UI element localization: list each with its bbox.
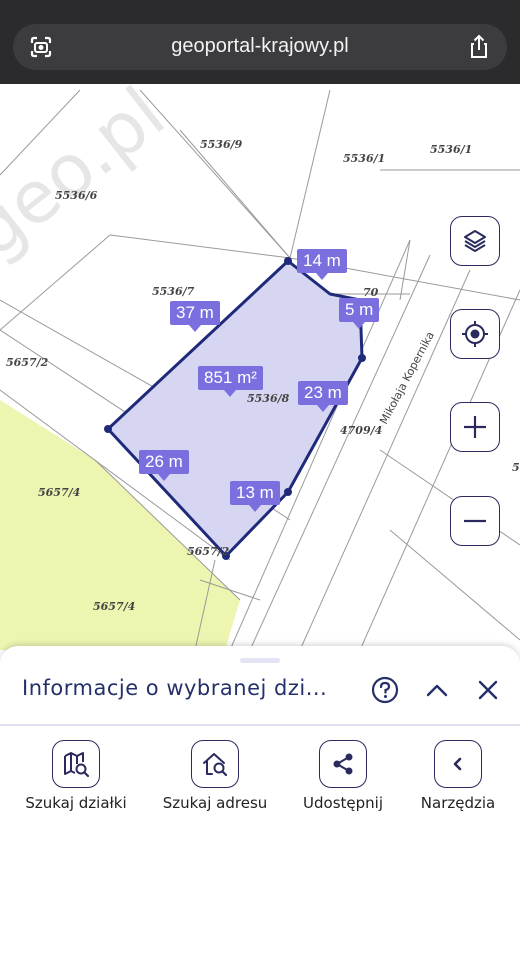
tool-search-address[interactable]: Szukaj adresu bbox=[155, 740, 275, 812]
tool-label: Szukaj adresu bbox=[162, 794, 268, 812]
tool-search-parcel-button[interactable] bbox=[52, 740, 100, 788]
panel-divider bbox=[0, 724, 520, 726]
address-bar[interactable]: geoportal-krajowy.pl bbox=[13, 24, 507, 70]
parcel-label: 5536/1 bbox=[343, 152, 385, 165]
sheet-drag-handle[interactable] bbox=[240, 658, 280, 663]
help-icon bbox=[371, 676, 399, 704]
tool-tools[interactable]: Narzędzia bbox=[398, 740, 518, 812]
measure-edge-right-top: 5 m bbox=[339, 298, 380, 329]
home-search-icon bbox=[203, 753, 228, 777]
map-view[interactable]: geo.pl 5536/9 5536/1 5536/1 5536/6 5536/… bbox=[0, 84, 520, 684]
browser-top-bar: geoportal-krajowy.pl bbox=[0, 0, 520, 84]
parcel-label: 5 bbox=[512, 461, 520, 474]
parcel-label: 5657/4 bbox=[93, 600, 135, 613]
tool-search-address-button[interactable] bbox=[191, 740, 239, 788]
close-button[interactable] bbox=[472, 674, 504, 706]
map-watermark: geo.pl bbox=[0, 84, 180, 273]
url-text[interactable]: geoportal-krajowy.pl bbox=[13, 35, 507, 58]
tool-label: Szukaj działki bbox=[25, 794, 127, 812]
help-button[interactable] bbox=[369, 674, 401, 706]
parcel-label: 5536/9 bbox=[200, 138, 243, 151]
close-icon bbox=[478, 680, 498, 700]
measure-edge-left: 26 m bbox=[139, 450, 189, 481]
parcel-label: 5657/2 bbox=[6, 356, 49, 369]
measure-edge-left-top: 37 m bbox=[170, 301, 220, 332]
chevron-up-icon bbox=[426, 684, 448, 697]
info-bottom-sheet: Informacje o wybranej dzi... Szukaj dzia… bbox=[0, 646, 520, 960]
parcel-label: 5536/1 bbox=[430, 143, 472, 156]
collapse-button[interactable] bbox=[421, 674, 453, 706]
zoom-in-icon bbox=[464, 416, 486, 438]
zoom-out-icon bbox=[464, 519, 486, 523]
parcel-label: 5536/7 bbox=[152, 285, 195, 298]
measure-edge-top: 14 m bbox=[297, 249, 347, 280]
tool-share-button[interactable] bbox=[319, 740, 367, 788]
zoom-in-button[interactable] bbox=[450, 402, 500, 452]
tool-label: Udostępnij bbox=[303, 794, 383, 812]
layers-icon bbox=[464, 230, 486, 252]
parcel-label: 5657/2 bbox=[187, 545, 230, 558]
parcel-label: 5536/8 bbox=[247, 392, 290, 405]
tool-tools-button[interactable] bbox=[434, 740, 482, 788]
share-page-icon[interactable] bbox=[465, 33, 493, 61]
layers-button[interactable] bbox=[450, 216, 500, 266]
tool-search-parcel[interactable]: Szukaj działki bbox=[16, 740, 136, 812]
tools-arrow-icon bbox=[453, 757, 462, 771]
zoom-out-button[interactable] bbox=[450, 496, 500, 546]
measure-edge-right: 23 m bbox=[298, 381, 348, 412]
locate-button[interactable] bbox=[450, 309, 500, 359]
locate-icon bbox=[462, 321, 488, 347]
panel-title: Informacje o wybranej dzi... bbox=[22, 676, 328, 700]
parcel-label: 5536/6 bbox=[55, 189, 98, 202]
measure-area: 851 m² bbox=[198, 366, 263, 397]
parcel-label: 5657/4 bbox=[38, 486, 80, 499]
share-icon bbox=[333, 753, 353, 775]
tool-label: Narzędzia bbox=[420, 794, 496, 812]
tool-share[interactable]: Udostępnij bbox=[283, 740, 403, 812]
measure-edge-bottom: 13 m bbox=[230, 481, 280, 512]
parcel-label: 4709/4 bbox=[340, 424, 382, 437]
map-search-icon bbox=[64, 752, 90, 778]
